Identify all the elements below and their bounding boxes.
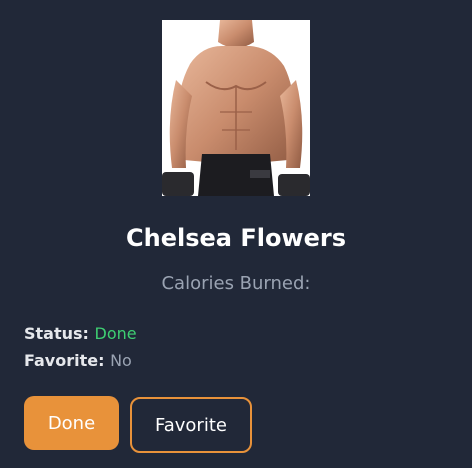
favorite-button[interactable]: Favorite bbox=[130, 397, 252, 453]
status-value: Done bbox=[94, 324, 137, 343]
status-label: Status: bbox=[24, 324, 95, 343]
workout-photo bbox=[162, 20, 310, 196]
favorite-value: No bbox=[110, 351, 132, 370]
status-row: Status: Done bbox=[24, 324, 137, 344]
favorite-row: Favorite: No bbox=[24, 351, 132, 371]
athlete-name: Chelsea Flowers bbox=[126, 224, 346, 252]
calories-label: Calories Burned: bbox=[161, 273, 311, 294]
favorite-label: Favorite: bbox=[24, 351, 111, 370]
done-button[interactable]: Done bbox=[24, 396, 119, 450]
workout-card: Chelsea Flowers Calories Burned: Status:… bbox=[0, 0, 472, 468]
